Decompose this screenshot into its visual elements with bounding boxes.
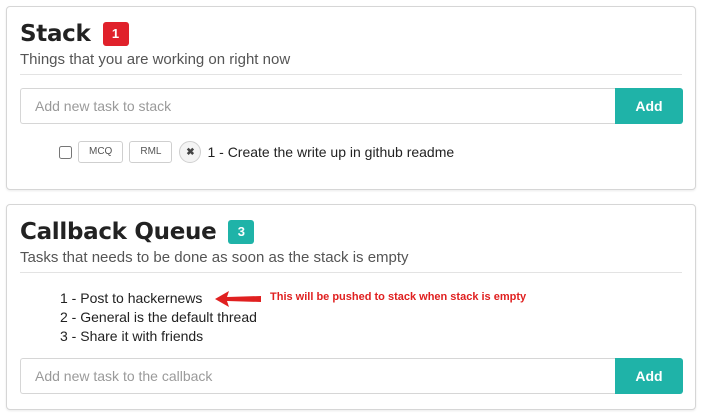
callback-title: Callback Queue — [20, 219, 217, 245]
task-checkbox[interactable] — [59, 145, 72, 159]
stack-add-form: Add — [20, 88, 683, 124]
callback-count-badge: 3 — [228, 220, 255, 244]
stack-task-row: MCQ RML ✖ 1 - Create the write up in git… — [59, 140, 454, 164]
callback-header: Callback Queue 3 — [20, 219, 255, 245]
list-item: 2 - General is the default thread — [60, 309, 257, 325]
callback-add-form: Add — [20, 358, 683, 394]
close-icon[interactable]: ✖ — [179, 141, 202, 163]
stack-count-badge: 1 — [102, 22, 129, 46]
stack-add-button[interactable]: Add — [615, 88, 683, 124]
task-tag-mcq[interactable]: MCQ — [78, 141, 124, 163]
stack-divider — [20, 74, 682, 75]
callback-queue-panel: Callback Queue 3 Tasks that needs to be … — [6, 204, 696, 410]
arrow-left-icon — [215, 289, 263, 309]
callback-add-button[interactable]: Add — [615, 358, 683, 394]
stack-header: Stack 1 — [20, 21, 129, 47]
task-tag-rml[interactable]: RML — [129, 141, 173, 163]
stack-task-input[interactable] — [20, 88, 615, 124]
list-item: 3 - Share it with friends — [60, 328, 204, 344]
stack-panel: Stack 1 Things that you are working on r… — [6, 6, 696, 190]
stack-title: Stack — [20, 21, 91, 47]
callback-divider — [20, 272, 682, 273]
task-text: 1 - Create the write up in github readme — [207, 144, 455, 160]
stack-subtitle: Things that you are working on right now — [20, 51, 291, 68]
callback-task-input[interactable] — [20, 358, 615, 394]
callback-subtitle: Tasks that needs to be done as soon as t… — [20, 249, 409, 266]
annotation-note: This will be pushed to stack when stack … — [270, 291, 527, 303]
